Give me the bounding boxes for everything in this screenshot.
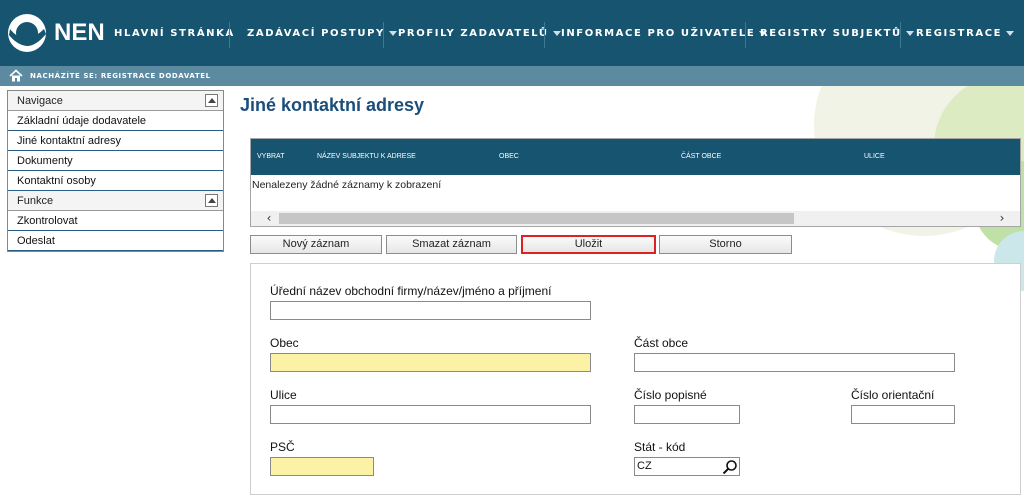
new-record-button[interactable]: Nový záznam [250,235,382,254]
address-form: Úřední název obchodní firmy/název/jméno … [250,263,1021,495]
column-header-obec[interactable]: OBEC [499,153,519,160]
chevron-down-icon [388,30,397,36]
cislo-orientacni-label: Číslo orientační [851,388,935,402]
sidebar-panel-header[interactable]: Funkce [8,191,223,211]
sidebar-panel-title: Navigace [17,95,63,107]
cislo-orientacni-input[interactable] [851,405,955,424]
sidebar-panel-title: Funkce [17,195,54,207]
logo-text[interactable]: NEN [54,19,105,47]
addresses-table: VYBRAT NÁZEV SUBJEKTU K ADRESE OBEC ČÁST… [250,138,1021,227]
cast-obce-input[interactable] [634,353,955,372]
menu-divider [544,22,545,48]
ulice-input[interactable] [270,405,591,424]
sidebar: Navigace Základní údaje dodavatele Jiné … [7,90,224,252]
save-button[interactable]: Uložit [521,235,656,254]
sidebar-item-check[interactable]: Zkontrolovat [8,211,223,231]
horizontal-scrollbar[interactable]: ‹ › [251,211,1020,226]
sidebar-item-basic-info[interactable]: Základní údaje dodavatele [8,111,223,131]
stat-value: CZ [637,460,652,472]
menu-divider [229,22,230,48]
chevron-down-icon [1006,30,1015,36]
breadcrumb-text: NACHÁZÍTE SE: REGISTRACE DODAVATEL [30,72,211,80]
menu-item-home[interactable]: Hlavní stránka [114,18,235,50]
scrollbar-thumb[interactable] [279,213,794,224]
menu-divider [900,22,901,48]
sidebar-item-documents[interactable]: Dokumenty [8,151,223,171]
collapse-icon[interactable] [205,194,218,207]
official-name-label: Úřední název obchodní firmy/název/jméno … [270,284,552,298]
menu-item-label: Informace pro uživatele [561,28,756,39]
cancel-button[interactable]: Storno [659,235,792,254]
chevron-down-icon [905,30,914,36]
obec-input[interactable] [270,353,591,372]
menu-divider [745,22,746,48]
page-title: Jiné kontaktní adresy [240,95,425,115]
menu-divider [383,22,384,48]
ulice-label: Ulice [270,388,297,402]
column-header-cast-obce[interactable]: ČÁST OBCE [681,153,721,160]
collapse-icon[interactable] [205,94,218,107]
official-name-input[interactable] [270,301,591,320]
sidebar-navigation-panel: Navigace Základní údaje dodavatele Jiné … [7,90,224,252]
psc-label: PSČ [270,440,295,454]
stat-lookup-input[interactable]: CZ [634,457,740,476]
obec-label: Obec [270,336,299,350]
chevron-down-icon [552,30,561,36]
menu-item-label: Hlavní stránka [114,28,235,39]
menu-item-label: Profily zadavatelů [398,28,549,39]
table-header: VYBRAT NÁZEV SUBJEKTU K ADRESE OBEC ČÁST… [251,139,1020,175]
cislo-popisne-input[interactable] [634,405,740,424]
psc-input[interactable] [270,457,374,476]
menu-item-registries[interactable]: Registry subjektů [760,18,914,50]
menu-item-label: Zadávací postupy [247,28,385,39]
stat-label: Stát - kód [634,440,686,454]
search-icon[interactable] [722,459,738,475]
cislo-popisne-label: Číslo popisné [634,388,707,402]
cast-obce-label: Část obce [634,336,689,350]
sidebar-item-contact-persons[interactable]: Kontaktní osoby [8,171,223,191]
scroll-right-icon[interactable]: › [995,212,1009,225]
delete-record-button[interactable]: Smazat záznam [386,235,517,254]
menu-item-user-info[interactable]: Informace pro uživatele [561,18,768,50]
column-header-select[interactable]: VYBRAT [257,153,285,160]
top-navigation-bar: NEN Hlavní stránka Zadávací postupy Prof… [0,0,1024,66]
column-header-subject-name[interactable]: NÁZEV SUBJEKTU K ADRESE [317,153,416,160]
breadcrumb: NACHÁZÍTE SE: REGISTRACE DODAVATEL [0,66,1024,86]
nen-logo-icon[interactable] [6,12,48,54]
menu-item-label: Registrace [916,28,1003,39]
sidebar-panel-header[interactable]: Navigace [8,91,223,111]
menu-item-profiles[interactable]: Profily zadavatelů [398,18,561,50]
menu-item-registration[interactable]: Registrace [916,18,1015,50]
sidebar-item-other-addresses[interactable]: Jiné kontaktní adresy [8,131,223,151]
page: NEN Hlavní stránka Zadávací postupy Prof… [0,0,1024,503]
menu-item-label: Registry subjektů [760,28,902,39]
home-icon[interactable] [9,69,23,83]
scroll-left-icon[interactable]: ‹ [262,212,276,225]
menu-item-procurement[interactable]: Zadávací postupy [247,18,397,50]
column-header-ulice[interactable]: ULICE [864,153,885,160]
empty-table-message: Nenalezeny žádné záznamy k zobrazení [252,179,442,191]
sidebar-item-submit[interactable]: Odeslat [8,231,223,251]
